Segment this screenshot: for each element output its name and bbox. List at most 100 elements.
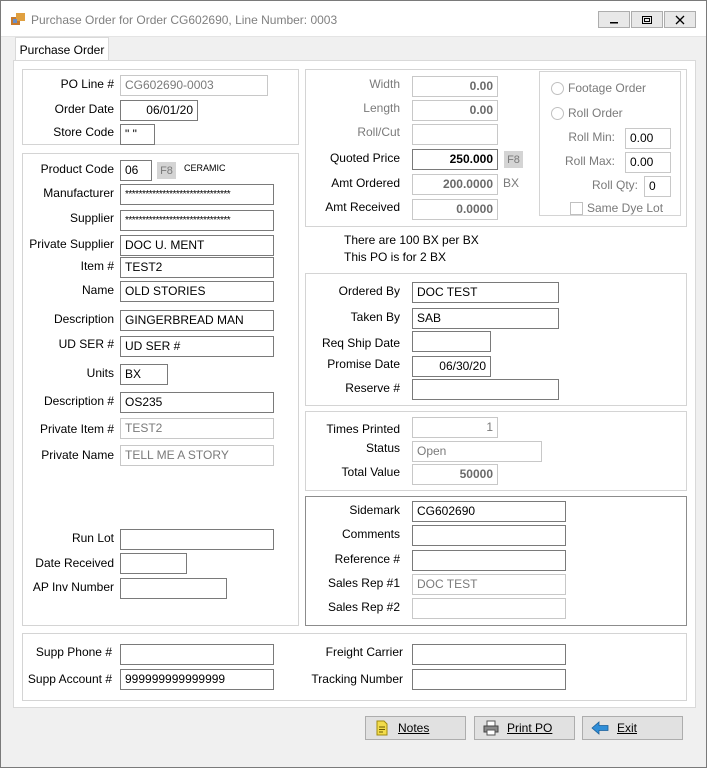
maximize-button[interactable]	[631, 11, 663, 28]
sidemark-label: Sidemark	[349, 503, 400, 517]
sales-rep-1-field[interactable]: DOC TEST	[412, 574, 566, 595]
quoted-price-field[interactable]: 250.000	[412, 149, 498, 170]
po-line-label: PO Line #	[60, 77, 114, 91]
window-title: Purchase Order for Order CG602690, Line …	[31, 13, 338, 27]
footage-order-label: Footage Order	[568, 81, 647, 95]
name-field[interactable]: OLD STORIES	[120, 281, 274, 302]
product-code-lookup-button[interactable]: F8	[157, 162, 176, 179]
roll-min-field[interactable]: 0.00	[625, 128, 671, 149]
total-value-field[interactable]: 50000	[412, 464, 498, 485]
print-po-button[interactable]: Print PO	[474, 716, 575, 740]
reference-label: Reference #	[334, 552, 400, 566]
roll-max-label: Roll Max:	[564, 154, 615, 168]
req-ship-date-label: Req Ship Date	[321, 336, 400, 350]
ud-ser-label: UD SER #	[58, 337, 114, 351]
roll-min-label: Roll Min:	[568, 130, 615, 144]
manufacturer-label: Manufacturer	[43, 186, 114, 200]
comments-field[interactable]	[412, 525, 566, 546]
item-label: Item #	[80, 259, 114, 273]
supp-phone-field[interactable]	[120, 644, 274, 665]
units-label: Units	[86, 366, 114, 380]
length-field[interactable]: 0.00	[412, 100, 498, 121]
private-item-label: Private Item #	[39, 422, 114, 436]
sidemark-group: Sidemark CG602690 Comments Reference # S…	[305, 496, 687, 626]
amt-ordered-label: Amt Ordered	[331, 176, 400, 190]
manufacturer-field[interactable]: *******************************	[120, 184, 274, 205]
supp-account-label: Supp Account #	[27, 672, 112, 686]
sidemark-field[interactable]: CG602690	[412, 501, 566, 522]
comments-label: Comments	[341, 527, 400, 541]
roll-qty-field[interactable]: 0	[644, 176, 671, 197]
width-label: Width	[369, 77, 400, 91]
roll-cut-label: Roll/Cut	[357, 125, 400, 139]
description-number-label: Description #	[43, 394, 114, 408]
notes-button-label: Notes	[398, 721, 430, 735]
times-printed-label: Times Printed	[326, 422, 400, 436]
status-field[interactable]: Open	[412, 441, 542, 462]
roll-max-field[interactable]: 0.00	[625, 152, 671, 173]
footage-order-radio[interactable]	[551, 82, 564, 95]
ordered-by-field[interactable]: DOC TEST	[412, 282, 559, 303]
order-date-field[interactable]: 06/01/20	[120, 100, 198, 121]
supp-phone-label: Supp Phone #	[35, 645, 112, 659]
total-value-label: Total Value	[341, 465, 400, 479]
app-icon	[11, 13, 25, 25]
dimensions-group: Width 0.00 Length 0.00 Roll/Cut Quoted P…	[305, 69, 687, 227]
same-dye-lot-label: Same Dye Lot	[587, 201, 664, 215]
maximize-icon	[642, 15, 652, 24]
supplier-field[interactable]: *******************************	[120, 210, 274, 231]
exit-arrow-icon	[591, 721, 609, 735]
freight-carrier-field[interactable]	[412, 644, 566, 665]
promise-date-field[interactable]: 06/30/20	[412, 356, 491, 377]
po-line-field[interactable]: CG602690-0003	[120, 75, 268, 96]
ud-ser-field[interactable]: UD SER #	[120, 336, 274, 357]
description-number-field[interactable]: OS235	[120, 392, 274, 413]
ap-inv-number-field[interactable]	[120, 578, 227, 599]
minimize-button[interactable]	[598, 11, 630, 28]
minimize-icon	[610, 21, 618, 23]
purchase-order-window: Purchase Order for Order CG602690, Line …	[0, 0, 707, 768]
units-field[interactable]: BX	[120, 364, 168, 385]
reserve-field[interactable]	[412, 379, 559, 400]
private-name-field[interactable]: TELL ME A STORY	[120, 445, 274, 466]
units-per-info: There are 100 BX per BX	[344, 233, 479, 247]
po-quantity-info: This PO is for 2 BX	[344, 250, 447, 264]
date-received-field[interactable]	[120, 553, 187, 574]
run-lot-field[interactable]	[120, 529, 274, 550]
exit-button[interactable]: Exit	[582, 716, 683, 740]
order-date-label: Order Date	[54, 102, 114, 116]
close-button[interactable]	[664, 11, 696, 28]
date-received-label: Date Received	[35, 556, 114, 570]
taken-by-field[interactable]: SAB	[412, 308, 559, 329]
description-label: Description	[53, 312, 114, 326]
private-supplier-label: Private Supplier	[29, 237, 114, 251]
product-code-field[interactable]: 06	[120, 160, 152, 181]
status-group: Times Printed 1 Status Open Total Value …	[305, 411, 687, 491]
description-field[interactable]: GINGERBREAD MAN	[120, 310, 274, 331]
store-code-field[interactable]: " "	[120, 124, 155, 145]
tab-purchase-order[interactable]: Purchase Order	[15, 37, 109, 61]
req-ship-date-field[interactable]	[412, 331, 491, 352]
supplier-shipping-group: Supp Phone # Supp Account # 999999999999…	[22, 633, 687, 701]
same-dye-lot-checkbox[interactable]	[570, 202, 583, 215]
roll-order-radio[interactable]	[551, 107, 564, 120]
private-supplier-field[interactable]: DOC U. MENT	[120, 235, 274, 256]
quoted-price-lookup-button[interactable]: F8	[504, 151, 523, 168]
width-field[interactable]: 0.00	[412, 76, 498, 97]
tracking-number-field[interactable]	[412, 669, 566, 690]
sales-rep-2-field[interactable]	[412, 598, 566, 619]
tracking-number-label: Tracking Number	[311, 672, 403, 686]
product-code-label: Product Code	[40, 162, 114, 176]
roll-cut-field[interactable]	[412, 124, 498, 145]
reference-field[interactable]	[412, 550, 566, 571]
private-item-field[interactable]: TEST2	[120, 418, 274, 439]
title-bar: Purchase Order for Order CG602690, Line …	[1, 1, 706, 37]
amt-received-field[interactable]: 0.0000	[412, 199, 498, 220]
notes-button[interactable]: Notes	[365, 716, 466, 740]
roll-order-label: Roll Order	[568, 106, 623, 120]
item-field[interactable]: TEST2	[120, 257, 274, 278]
ordered-by-label: Ordered By	[338, 284, 400, 298]
amt-ordered-field[interactable]: 200.0000	[412, 174, 498, 195]
supp-account-field[interactable]: 999999999999999	[120, 669, 274, 690]
times-printed-field[interactable]: 1	[412, 417, 498, 438]
